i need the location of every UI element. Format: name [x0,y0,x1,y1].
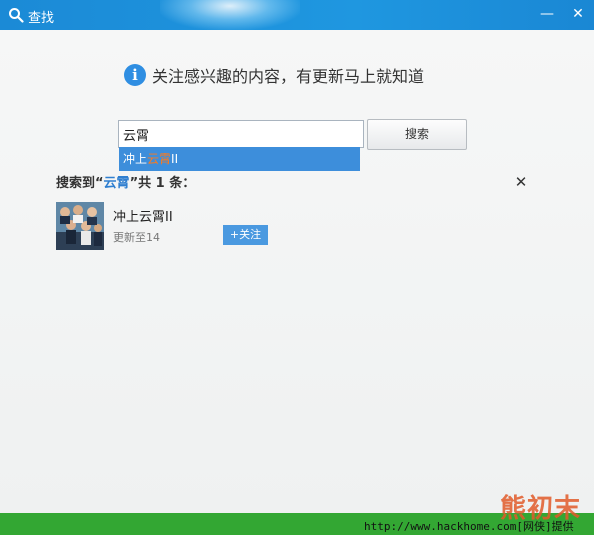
window-title: 查找 [28,11,55,26]
results-count: 1 [155,176,165,191]
results-keyword: 云霄 [103,176,130,191]
result-title[interactable]: 冲上云霄II [113,206,173,225]
close-results-icon[interactable]: ✕ [514,175,528,190]
title-bar: 查找 — ✕ [0,0,594,30]
search-icon [9,8,24,23]
suggestion-highlight: 云霄 [147,152,172,166]
poster-image [56,202,104,250]
results-label-suffix: 条： [164,176,196,191]
main-panel: i 关注感兴趣的内容，有更新马上就知道 搜索 冲上云霄II 搜索到“云霄”共 1… [0,30,594,513]
suggestion-suffix: II [171,152,179,166]
title-glow [160,0,300,30]
result-update-status: 更新至14 [113,231,160,244]
close-window-button[interactable]: ✕ [568,4,588,24]
suggestion-prefix: 冲上 [123,152,148,166]
search-input[interactable] [118,120,364,148]
info-banner: i 关注感兴趣的内容，有更新马上就知道 [124,63,424,87]
info-icon: i [124,64,146,86]
watermark-logo: 熊初末 [500,494,582,524]
search-button[interactable]: 搜索 [367,119,467,150]
follow-button[interactable]: +关注 [223,225,268,245]
results-label-prefix: 搜索到“ [56,176,104,191]
show-thumbnail[interactable] [56,202,104,250]
results-summary: 搜索到“云霄”共 1 条： [56,172,195,191]
results-label-middle: ”共 [129,176,156,191]
suggestion-item[interactable]: 冲上云霄II [119,147,360,171]
info-text: 关注感兴趣的内容，有更新马上就知道 [152,67,425,86]
minimize-button[interactable]: — [537,4,557,24]
